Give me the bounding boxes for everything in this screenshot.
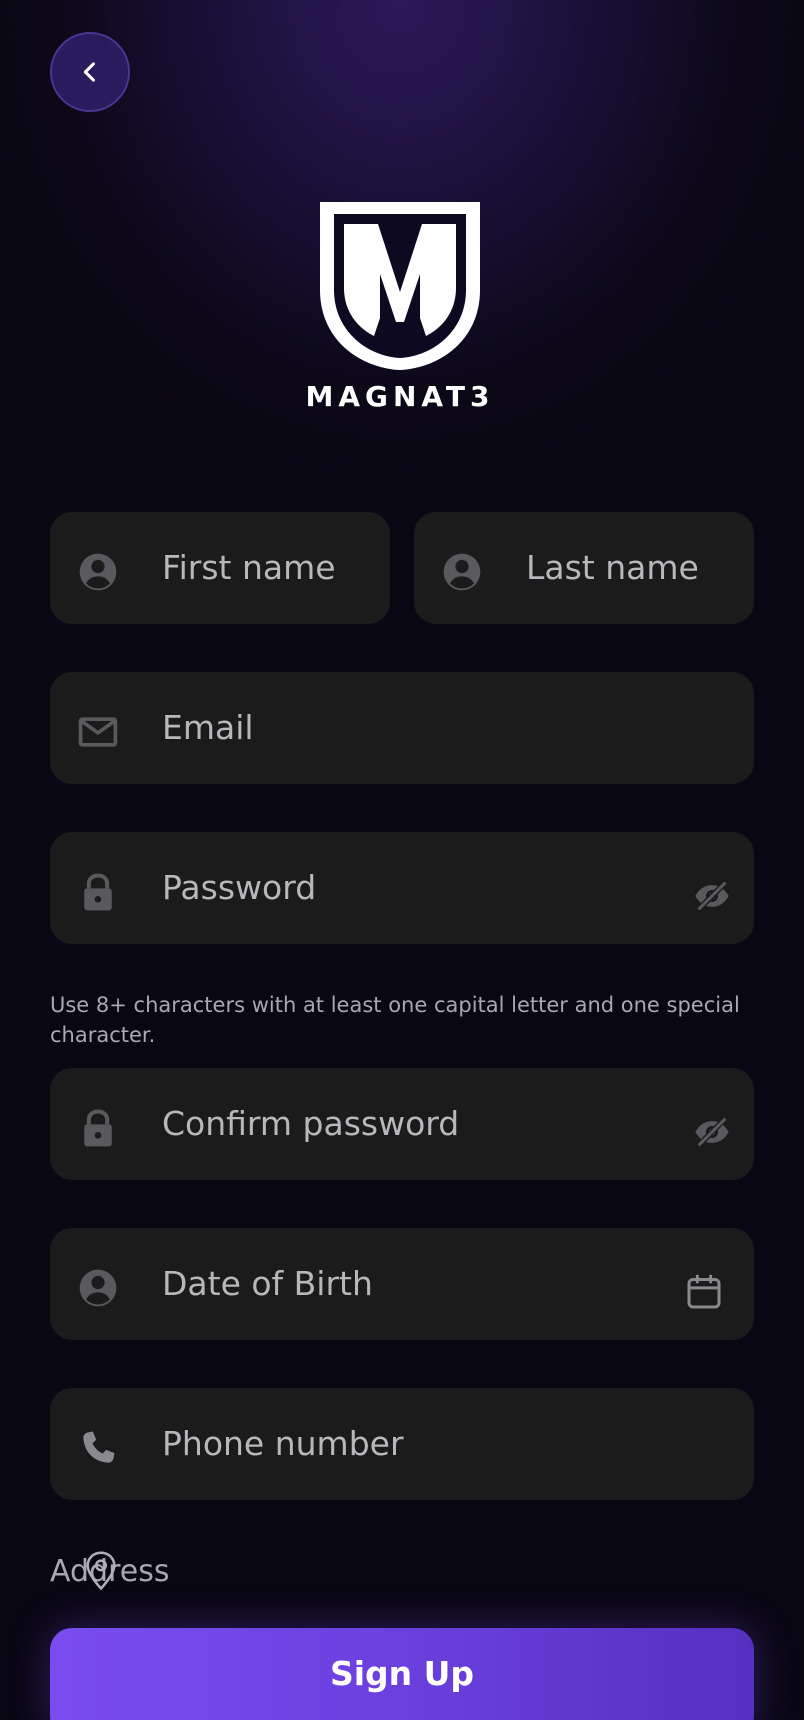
account-circle-icon	[79, 553, 117, 591]
account-circle-icon	[443, 553, 481, 591]
lock-icon	[84, 873, 112, 911]
first-name-field[interactable]: First name	[50, 512, 390, 624]
sign-up-button[interactable]: Sign Up	[50, 1628, 754, 1720]
confirm-password-field[interactable]: Confirm password	[50, 1068, 754, 1180]
lock-icon	[84, 1109, 112, 1147]
phone-number-placeholder: Phone number	[162, 1424, 404, 1463]
password-placeholder: Password	[162, 868, 317, 907]
password-hint: Use 8+ characters with at least one capi…	[50, 993, 740, 1047]
email-field[interactable]: Email	[50, 672, 754, 784]
back-button[interactable]	[50, 32, 130, 112]
phone-icon	[83, 1431, 115, 1463]
password-field[interactable]: Password	[50, 832, 754, 944]
phone-number-field[interactable]: Phone number	[50, 1388, 754, 1500]
date-of-birth-placeholder: Date of Birth	[162, 1264, 373, 1303]
last-name-field[interactable]: Last name	[414, 512, 754, 624]
shield-logo-icon	[320, 202, 480, 370]
email-placeholder: Email	[162, 708, 254, 747]
chevron-left-icon	[83, 62, 96, 82]
location-pin-icon	[86, 1551, 116, 1591]
first-name-placeholder: First name	[162, 548, 336, 587]
last-name-placeholder: Last name	[526, 548, 699, 587]
calendar-icon[interactable]	[684, 1272, 724, 1312]
account-circle-icon	[79, 1269, 117, 1307]
confirm-password-placeholder: Confirm password	[162, 1104, 460, 1143]
date-of-birth-field[interactable]: Date of Birth	[50, 1228, 754, 1340]
eye-off-icon[interactable]	[692, 1112, 732, 1152]
envelope-icon	[78, 717, 118, 747]
eye-off-icon[interactable]	[692, 876, 732, 916]
brand-name: MAGNAT3	[305, 380, 495, 413]
